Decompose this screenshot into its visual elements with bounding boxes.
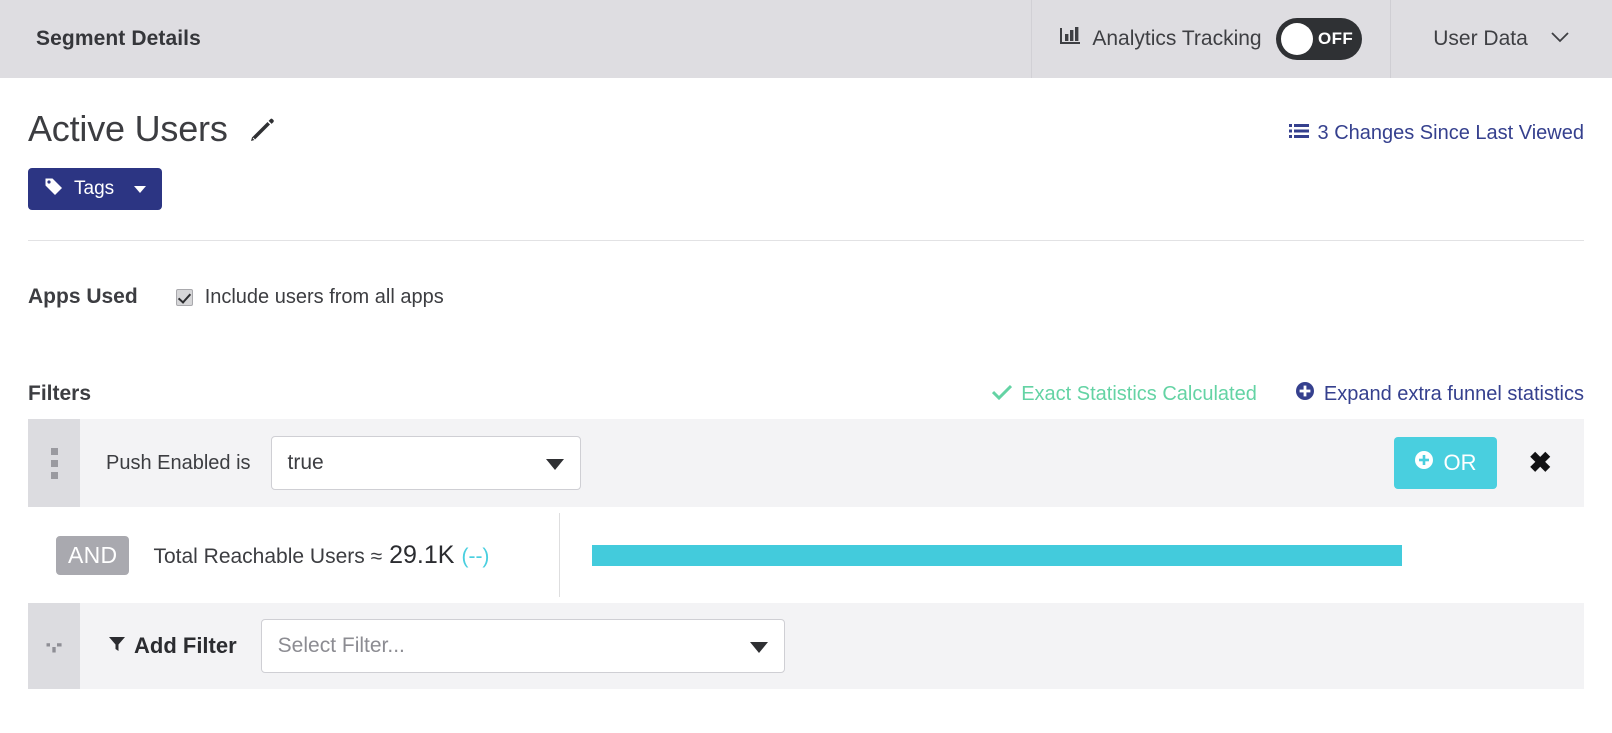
select-filter-placeholder: Select Filter...	[277, 634, 405, 657]
page-body: Active Users Tags 3 Changes Since Last V…	[0, 78, 1612, 689]
top-bar: Segment Details Analytics Tracking OFF U…	[0, 0, 1612, 78]
apps-used-row: Apps Used Include users from all apps	[28, 241, 1584, 309]
filter-value-text: true	[287, 451, 324, 474]
plus-circle-icon	[1414, 450, 1434, 476]
expand-funnel-label: Expand extra funnel statistics	[1323, 382, 1584, 405]
exact-statistics-status: Exact Statistics Calculated	[992, 383, 1257, 406]
apps-used-label: Apps Used	[28, 285, 138, 308]
user-data-label: User Data	[1433, 27, 1528, 50]
drag-handle-icon[interactable]	[28, 419, 80, 507]
filter-row-actions: OR ✖	[1393, 437, 1584, 489]
user-data-menu[interactable]: User Data	[1391, 0, 1612, 78]
segment-title-block: Active Users Tags	[28, 108, 276, 210]
include-all-apps-checkbox[interactable]	[175, 288, 193, 306]
tag-icon	[44, 176, 64, 202]
filter-field-label: Push Enabled is	[106, 451, 251, 474]
and-connector-badge: AND	[56, 535, 130, 575]
chevron-down-icon	[1550, 30, 1570, 48]
total-reachable-users-row: AND Total Reachable Users ≈ 29.1K (--)	[28, 507, 1584, 603]
funnel-icon	[108, 633, 126, 659]
select-filter-dropdown[interactable]: Select Filter...	[260, 619, 785, 673]
tags-button[interactable]: Tags	[28, 168, 163, 210]
pencil-icon[interactable]	[248, 116, 276, 149]
exact-statistics-label: Exact Statistics Calculated	[1021, 382, 1257, 405]
toggle-knob	[1280, 23, 1313, 55]
filters-label: Filters	[28, 382, 92, 405]
filters-header-actions: Exact Statistics Calculated Expand extra…	[992, 381, 1584, 407]
add-filter-row: + Add Filter Select Filter...	[28, 603, 1584, 689]
tags-button-label: Tags	[74, 178, 115, 199]
include-all-apps-checkbox-group[interactable]: Include users from all apps	[175, 285, 444, 309]
total-reachable-users-label: Total Reachable Users ≈	[153, 544, 383, 568]
handle-dot	[50, 447, 58, 455]
handle-dot	[50, 471, 58, 479]
total-reachable-users-value: 29.1K	[389, 540, 455, 569]
add-filter-label: Add Filter	[134, 633, 237, 658]
add-filter-content: Add Filter Select Filter...	[80, 603, 1584, 689]
or-button-label: OR	[1443, 450, 1477, 475]
filter-row: Push Enabled is true OR ✖	[28, 419, 1584, 507]
close-icon[interactable]: ✖	[1525, 449, 1556, 477]
reachable-users-bar-fill	[592, 544, 1403, 566]
page-title: Segment Details	[36, 27, 201, 50]
bar-chart-icon	[1060, 26, 1082, 52]
analytics-tracking-toggle[interactable]: OFF	[1275, 18, 1362, 60]
plus-circle-icon	[1295, 381, 1315, 407]
add-or-condition-button[interactable]: OR	[1393, 437, 1497, 489]
check-icon	[992, 383, 1013, 406]
vertical-divider	[559, 513, 561, 597]
filter-block: Push Enabled is true OR ✖ AND Total Reac…	[28, 419, 1584, 689]
total-reachable-users-delta: (--)	[461, 544, 490, 568]
analytics-tracking-text: Analytics Tracking	[1092, 27, 1262, 50]
toggle-state-label: OFF	[1318, 29, 1354, 48]
handle-dot	[50, 459, 58, 467]
top-bar-title-cell: Segment Details	[0, 0, 1032, 78]
filter-value-select[interactable]: true	[270, 436, 581, 490]
changes-link-label: 3 Changes Since Last Viewed	[1317, 122, 1584, 144]
include-all-apps-label: Include users from all apps	[204, 285, 444, 308]
total-reachable-users-text: Total Reachable Users ≈ 29.1K (--)	[153, 541, 489, 570]
filter-row-content: Push Enabled is true OR ✖	[80, 419, 1584, 507]
filters-header: Filters Exact Statistics Calculated Expa…	[28, 309, 1584, 419]
analytics-tracking-label-group: Analytics Tracking	[1060, 26, 1262, 52]
segment-title-row: Active Users Tags 3 Changes Since Last V…	[28, 78, 1584, 210]
add-filter-label-group: Add Filter	[108, 633, 237, 659]
expand-funnel-statistics-link[interactable]: Expand extra funnel statistics	[1295, 381, 1584, 407]
analytics-tracking-cell: Analytics Tracking OFF	[1032, 0, 1391, 78]
chevron-down-icon	[134, 185, 147, 193]
list-icon	[1288, 122, 1309, 145]
segment-name-group: Active Users	[28, 108, 276, 150]
reachable-users-bar-track	[592, 544, 1454, 566]
segment-name: Active Users	[28, 108, 228, 149]
changes-since-last-viewed-link[interactable]: 3 Changes Since Last Viewed	[1288, 122, 1584, 145]
